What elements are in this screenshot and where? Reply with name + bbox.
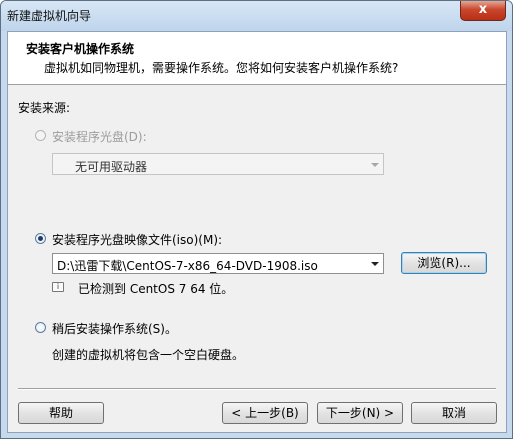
disc-drive-value: 无可用驱动器 [75,160,148,174]
close-icon: x [478,2,488,17]
page-description: 虚拟机如同物理机，需要操作系统。您将如何安装客户机操作系统? [44,61,399,75]
title-bar[interactable]: 新建虚拟机向导 x [1,1,512,31]
wizard-body: 安装客户机操作系统 虚拟机如同物理机，需要操作系统。您将如何安装客户机操作系统?… [7,31,507,433]
close-button[interactable]: x [460,1,506,21]
browse-button[interactable]: 浏览(R)... [401,252,487,274]
iso-path-value: D:\迅雷下载\CentOS-7-x86_64-DVD-1908.iso [57,259,318,273]
chevron-down-icon [371,163,379,167]
disc-drive-select[interactable]: 无可用驱动器 [52,153,384,175]
disc-option-label[interactable]: 安装程序光盘(D): [52,128,147,145]
install-source-label: 安装来源: [18,101,71,115]
footer-divider [18,388,496,390]
chevron-down-icon [371,262,379,266]
back-button[interactable]: < 上一步(B) [222,402,308,424]
next-button[interactable]: 下一步(N) > [317,402,403,424]
iso-radio[interactable] [35,233,46,244]
iso-option-label[interactable]: 安装程序光盘映像文件(iso)(M): [52,231,222,248]
disc-radio[interactable] [35,130,46,141]
install-later-radio[interactable] [35,322,46,333]
info-icon: i [52,282,64,292]
install-later-description: 创建的虚拟机将包含一个空白硬盘。 [52,348,245,362]
help-button[interactable]: 帮助 [18,402,104,424]
window-title: 新建虚拟机向导 [7,9,92,23]
iso-path-input[interactable]: D:\迅雷下载\CentOS-7-x86_64-DVD-1908.iso [52,253,384,274]
header-panel: 安装客户机操作系统 虚拟机如同物理机，需要操作系统。您将如何安装客户机操作系统? [8,32,506,85]
page-title: 安装客户机操作系统 [26,42,135,56]
install-later-label[interactable]: 稍后安装操作系统(S)。 [52,320,177,337]
detected-os-text: 已检测到 CentOS 7 64 位。 [78,282,234,296]
cancel-button[interactable]: 取消 [411,402,497,424]
wizard-window: 新建虚拟机向导 x 安装客户机操作系统 虚拟机如同物理机，需要操作系统。您将如何… [0,0,513,439]
